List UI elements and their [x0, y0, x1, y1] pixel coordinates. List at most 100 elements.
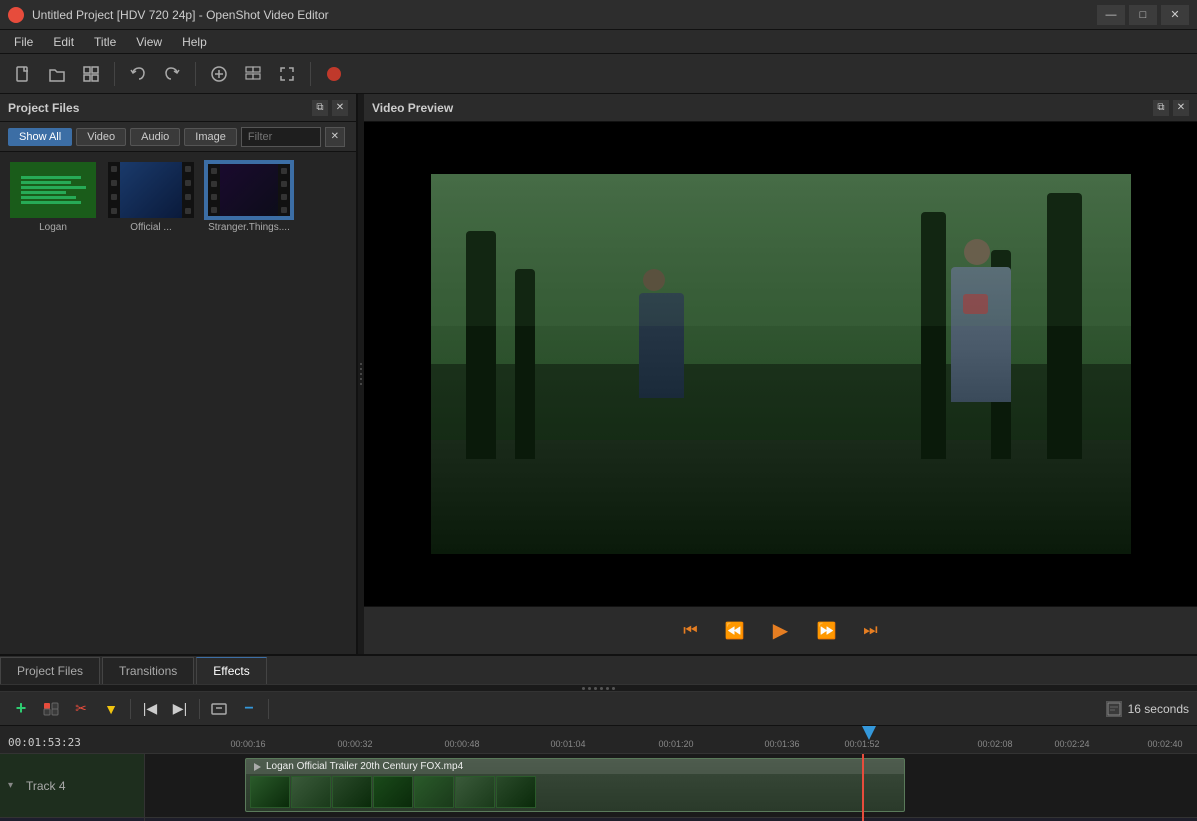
skip-end-button[interactable]: ⏭	[857, 617, 885, 645]
play-button[interactable]: ▶	[765, 615, 797, 647]
cut-button[interactable]: ✂	[68, 696, 94, 722]
track-4-collapse[interactable]: ▾	[8, 780, 20, 792]
video-panel-resize[interactable]: ⧉	[1153, 100, 1169, 116]
toolbar-sep-2	[195, 62, 196, 86]
close-button[interactable]: ✕	[1161, 5, 1189, 25]
horizontal-resize-handle[interactable]	[0, 684, 1197, 692]
record-button[interactable]	[319, 59, 349, 89]
panel-controls: ⧉ ✕	[312, 100, 348, 116]
menu-title[interactable]: Title	[84, 33, 126, 51]
media-item-stranger[interactable]: Stranger.Things....	[204, 160, 294, 233]
redo-button[interactable]	[157, 59, 187, 89]
zoom-out-button[interactable]: −	[236, 696, 262, 722]
official-thumbnail	[106, 160, 196, 220]
skip-start-button[interactable]: ⏮	[677, 617, 705, 645]
top-panels: Project Files ⧉ ✕ Show All Video Audio I…	[0, 94, 1197, 654]
video-panel-close[interactable]: ✕	[1173, 100, 1189, 116]
menubar: File Edit Title View Help	[0, 30, 1197, 54]
playback-controls: ⏮ ⏪ ▶ ⏩ ⏭	[364, 606, 1197, 654]
timeline-sep-2	[199, 699, 200, 719]
ruler-marker-6: 00:01:52	[844, 739, 879, 749]
tab-project-files[interactable]: Project Files	[0, 657, 100, 684]
clip-logan-label: Logan Official Trailer 20th Century FOX.…	[266, 761, 463, 772]
bottom-tab-bar: Project Files Transitions Effects	[0, 654, 1197, 684]
playhead-ruler-marker	[862, 726, 876, 740]
menu-file[interactable]: File	[4, 33, 43, 51]
timeline-sep-3	[268, 699, 269, 719]
export-button[interactable]	[238, 59, 268, 89]
panel-close-button[interactable]: ✕	[332, 100, 348, 116]
full-timeline-button[interactable]	[206, 696, 232, 722]
filter-input[interactable]	[241, 127, 321, 147]
track-4-content[interactable]: Logan Official Trailer 20th Century FOX.…	[145, 754, 1197, 817]
clip-logan[interactable]: Logan Official Trailer 20th Century FOX.…	[245, 758, 905, 812]
timeline-toolbar: + ✂ ▼ |◀ ▶| −	[0, 692, 1197, 726]
track-4-label: Track 4	[26, 779, 66, 793]
window-title: Untitled Project [HDV 720 24p] - OpenSho…	[32, 8, 1097, 22]
maximize-button[interactable]: □	[1129, 5, 1157, 25]
tab-effects[interactable]: Effects	[196, 657, 266, 684]
tracks-area: ▾ Track 4 Logan Official Trailer 20th Ce…	[0, 754, 1197, 821]
new-button[interactable]	[8, 59, 38, 89]
undo-button[interactable]	[123, 59, 153, 89]
official-label: Official ...	[106, 222, 196, 233]
video-preview-area	[364, 122, 1197, 606]
add-track-button[interactable]: +	[8, 696, 34, 722]
tab-audio[interactable]: Audio	[130, 128, 180, 146]
panel-resize-button[interactable]: ⧉	[312, 100, 328, 116]
main-toolbar	[0, 54, 1197, 94]
stranger-thumbnail	[204, 160, 294, 220]
video-panel: Video Preview ⧉ ✕	[364, 94, 1197, 654]
titlebar: Untitled Project [HDV 720 24p] - OpenSho…	[0, 0, 1197, 30]
tab-image[interactable]: Image	[184, 128, 237, 146]
snap-button[interactable]	[38, 696, 64, 722]
timeline: + ✂ ▼ |◀ ▶| −	[0, 692, 1197, 821]
fullscreen-button[interactable]	[272, 59, 302, 89]
ruler-marker-0: 00:00:16	[230, 739, 265, 749]
ruler-marker-5: 00:01:36	[764, 739, 799, 749]
video-preview-title: Video Preview	[372, 101, 453, 115]
timeline-sep-1	[130, 699, 131, 719]
media-item-logan[interactable]: Logan	[8, 160, 98, 233]
minimize-button[interactable]: —	[1097, 5, 1125, 25]
tab-show-all[interactable]: Show All	[8, 128, 72, 146]
ruler-marker-7: 00:02:08	[977, 739, 1012, 749]
window-controls: — □ ✕	[1097, 5, 1189, 25]
ruler-marker-4: 00:01:20	[658, 739, 693, 749]
filter-down-button[interactable]: ▼	[98, 696, 124, 722]
track-4: ▾ Track 4 Logan Official Trailer 20th Ce…	[0, 754, 1197, 818]
fast-forward-button[interactable]: ⏩	[813, 617, 841, 645]
clip-logan-header: Logan Official Trailer 20th Century FOX.…	[246, 759, 904, 774]
media-item-official[interactable]: Official ...	[106, 160, 196, 233]
video-header: Video Preview ⧉ ✕	[364, 94, 1197, 122]
ruler-marker-8: 00:02:24	[1054, 739, 1089, 749]
app-icon	[8, 7, 24, 23]
project-files-title: Project Files	[8, 101, 79, 115]
logan-label: Logan	[8, 222, 98, 233]
prev-marker-button[interactable]: |◀	[137, 696, 163, 722]
filter-clear-button[interactable]: ✕	[325, 127, 345, 147]
ruler-marker-2: 00:00:48	[444, 739, 479, 749]
menu-help[interactable]: Help	[172, 33, 217, 51]
import-button[interactable]	[204, 59, 234, 89]
ruler-marker-9: 00:02:40	[1147, 739, 1182, 749]
tab-transitions[interactable]: Transitions	[102, 657, 194, 684]
menu-edit[interactable]: Edit	[43, 33, 84, 51]
clip-icon	[252, 762, 262, 772]
rewind-button[interactable]: ⏪	[721, 617, 749, 645]
timeline-ruler: 00:01:53:23 00:00:16 00:00:32 00:00:48 0…	[0, 726, 1197, 754]
toolbar-sep-3	[310, 62, 311, 86]
ruler-marker-1: 00:00:32	[337, 739, 372, 749]
track-4-header: ▾ Track 4	[0, 754, 145, 817]
media-grid: Logan	[0, 152, 356, 654]
open-button[interactable]	[42, 59, 72, 89]
clip-logan-frames	[246, 774, 904, 810]
tab-video[interactable]: Video	[76, 128, 126, 146]
seconds-label: 16 seconds	[1128, 702, 1189, 716]
video-frame	[431, 174, 1131, 554]
next-marker-button[interactable]: ▶|	[167, 696, 193, 722]
menu-view[interactable]: View	[126, 33, 172, 51]
thumbnail-button[interactable]	[76, 59, 106, 89]
main-layout: Project Files ⧉ ✕ Show All Video Audio I…	[0, 94, 1197, 821]
stranger-label: Stranger.Things....	[204, 222, 294, 233]
